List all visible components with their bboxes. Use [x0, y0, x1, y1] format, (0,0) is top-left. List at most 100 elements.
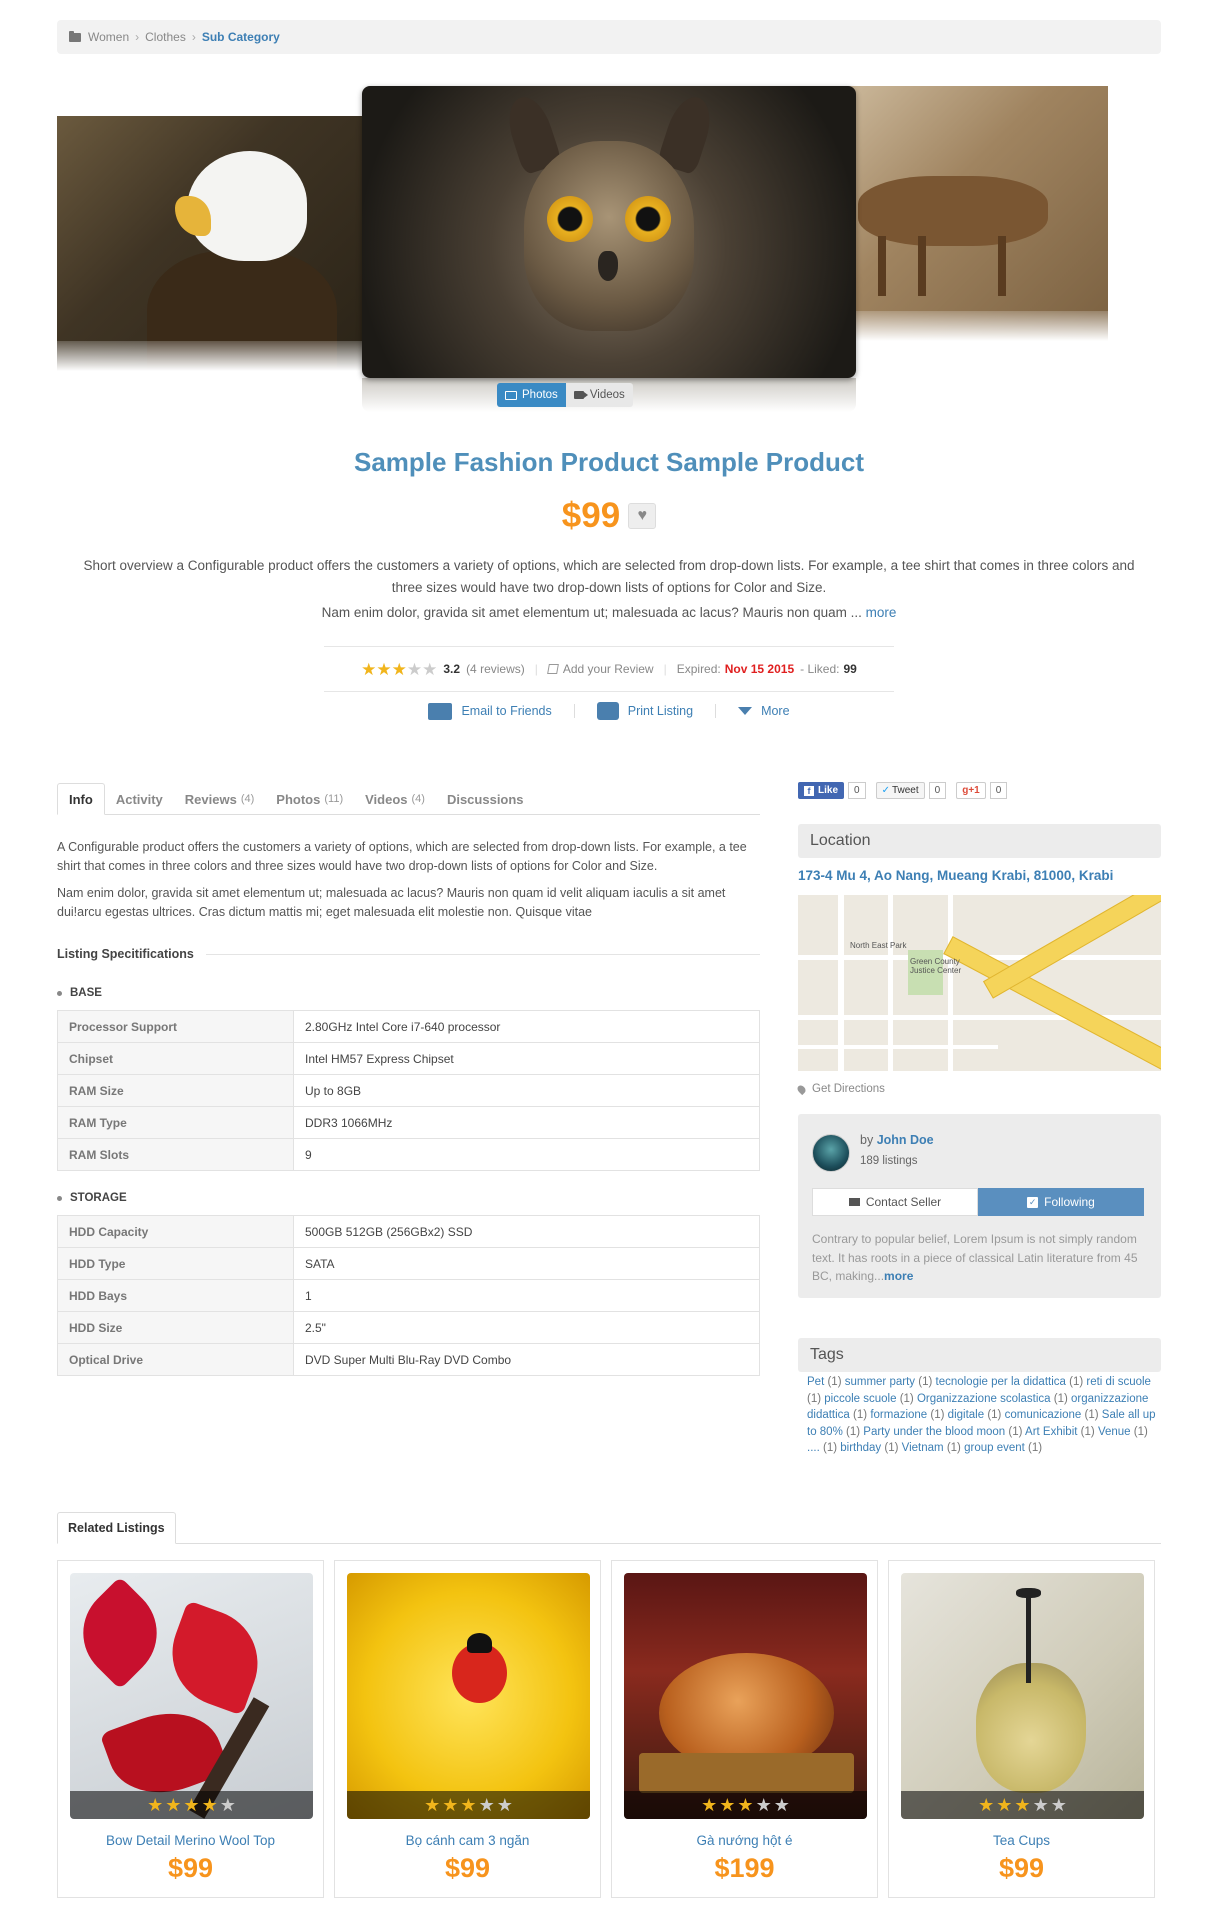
tag-link[interactable]: tecnologie per la didattica [936, 1376, 1066, 1388]
related-card[interactable]: ★ ★ ★ ★ ★ Tea Cups $99 [888, 1560, 1155, 1898]
breadcrumb-item-clothes[interactable]: Clothes [145, 30, 186, 44]
google-plus-button[interactable]: g+1 [956, 782, 986, 799]
spec-key: HDD Size [57, 1311, 294, 1344]
star-icon: ★ [1050, 1794, 1067, 1815]
spec-group-label: STORAGE [70, 1192, 127, 1204]
rating-stars: ★ ★ ★ ★ ★ [901, 1791, 1144, 1819]
related-name[interactable]: Bow Detail Merino Wool Top [58, 1833, 323, 1848]
star-icon: ★ [1032, 1794, 1049, 1815]
star-icon: ★ [165, 1794, 182, 1815]
related-name[interactable]: Tea Cups [889, 1833, 1154, 1848]
tag-link[interactable]: .... [807, 1442, 820, 1454]
related-image[interactable]: ★ ★ ★ ★ ★ [624, 1573, 867, 1819]
tag-count: (1) [822, 1442, 838, 1454]
related-card[interactable]: ★ ★ ★ ★ ★ Bow Detail Merino Wool Top $99 [57, 1560, 324, 1898]
spec-row: HDD Capacity 500GB 512GB (256GBx2) SSD [57, 1215, 760, 1248]
tag-link[interactable]: comunicazione [1005, 1409, 1082, 1421]
related-card[interactable]: ★ ★ ★ ★ ★ Bọ cánh cam 3 ngăn $99 [334, 1560, 601, 1898]
spec-value: SATA [293, 1247, 760, 1280]
get-directions-link[interactable]: Get Directions [795, 1083, 885, 1095]
star-icon: ★ [773, 1794, 790, 1815]
avatar[interactable] [812, 1134, 850, 1172]
star-icon: ★ [737, 1794, 754, 1815]
related-card[interactable]: ★ ★ ★ ★ ★ Gà nướng hột é $199 [611, 1560, 878, 1898]
favorite-button[interactable]: ♥ [628, 503, 657, 529]
add-review-link[interactable]: Add your Review [563, 662, 654, 676]
star-icon: ★ [183, 1794, 200, 1815]
star-icon: ★ [406, 659, 423, 679]
tab-activity[interactable]: Activity [105, 783, 174, 815]
tag-link[interactable]: Pet [807, 1376, 824, 1388]
tag-link[interactable]: Vietnam [902, 1442, 944, 1454]
tag-link[interactable]: Venue [1098, 1426, 1131, 1438]
tab-reviews[interactable]: Reviews (4) [174, 783, 266, 815]
gallery-image-owl[interactable] [362, 86, 856, 378]
following-label: Following [1044, 1195, 1095, 1209]
star-icon: ★ [460, 1794, 477, 1815]
tab-label: Videos [365, 791, 408, 807]
tag-count: (1) [899, 1392, 914, 1405]
tab-count: (11) [324, 793, 344, 805]
tag-link[interactable]: piccole scuole [824, 1393, 896, 1405]
spec-row: HDD Size 2.5" [57, 1311, 760, 1344]
related-image[interactable]: ★ ★ ★ ★ ★ [901, 1573, 1144, 1819]
tag-link[interactable]: reti di scuole [1086, 1376, 1151, 1388]
star-icon: ★ [719, 1794, 736, 1815]
spec-row: RAM Size Up to 8GB [57, 1074, 760, 1107]
seller-name[interactable]: John Doe [877, 1133, 934, 1147]
tab-photos-label: Photos [522, 389, 558, 401]
tag-link[interactable]: birthday [840, 1442, 881, 1454]
tab-discussions[interactable]: Discussions [436, 783, 535, 815]
rating-stars: ★ ★ ★ ★ ★ [347, 1791, 590, 1819]
spec-table-storage: HDD Capacity 500GB 512GB (256GBx2) SSD HDD… [57, 1215, 760, 1376]
tab-videos[interactable]: Videos [565, 383, 633, 407]
more-link[interactable]: more [866, 605, 897, 620]
spec-value: Up to 8GB [293, 1074, 760, 1107]
info-paragraph-1: A Configurable product offers the custom… [57, 840, 747, 873]
product-price: $99 [561, 496, 621, 535]
liked-label: - Liked: [800, 662, 840, 676]
divider [205, 953, 760, 955]
tab-related-listings[interactable]: Related Listings [57, 1512, 176, 1544]
related-image[interactable]: ★ ★ ★ ★ ★ [70, 1573, 313, 1819]
star-icon: ★ [701, 1794, 718, 1815]
tweet-button[interactable]: ✓ Tweet [875, 782, 925, 799]
star-icon: ★ [361, 659, 377, 679]
related-image[interactable]: ★ ★ ★ ★ ★ [347, 1573, 590, 1819]
seller-more-link[interactable]: more [884, 1269, 913, 1283]
related-name[interactable]: Gà nướng hột é [612, 1833, 877, 1848]
tab-photos[interactable]: Photos [497, 383, 566, 407]
tab-videos-list[interactable]: Videos (4) [354, 783, 436, 815]
tab-info[interactable]: Info [57, 783, 105, 815]
contact-seller-button[interactable]: Contact Seller [812, 1188, 978, 1216]
tag-link[interactable]: Art Exhibit [1025, 1426, 1077, 1438]
review-count[interactable]: (4 reviews) [466, 662, 525, 676]
tab-label: Info [69, 791, 93, 807]
location-map[interactable]: North East Park Green County Justice Cen… [798, 895, 1161, 1071]
star-icon: ★ [391, 659, 407, 679]
print-listing-button[interactable]: Print Listing [596, 702, 693, 720]
facebook-like-button[interactable]: f Like [798, 782, 845, 799]
tab-photos-list[interactable]: Photos (11) [265, 783, 354, 815]
location-address[interactable]: 173-4 Mu 4, Ao Nang, Mueang Krabi, 81000… [798, 868, 1113, 883]
tag-link[interactable]: Party under the blood moon [863, 1426, 1005, 1438]
tag-count: (1) [846, 1425, 861, 1438]
tag-link[interactable]: Organizzazione scolastica [917, 1393, 1051, 1405]
spec-value: 500GB 512GB (256GBx2) SSD [293, 1215, 760, 1248]
divider [715, 704, 717, 718]
contact-label: Contact Seller [865, 1195, 942, 1209]
breadcrumb-item-women[interactable]: Women [88, 30, 129, 44]
tag-link[interactable]: digitale [948, 1409, 984, 1421]
following-button[interactable]: ✓ Following [978, 1188, 1144, 1216]
email-friends-button[interactable]: Email to Friends [428, 702, 552, 720]
spec-value: 2.5" [293, 1311, 760, 1344]
star-icon: ★ [755, 1794, 772, 1815]
chevron-right-icon: › [191, 30, 196, 44]
more-actions-button[interactable]: More [738, 704, 790, 718]
gallery-image-eagle[interactable] [57, 116, 367, 371]
tag-link[interactable]: group event [964, 1442, 1025, 1454]
tag-link[interactable]: summer party [845, 1376, 915, 1388]
related-name[interactable]: Bọ cánh cam 3 ngăn [335, 1833, 600, 1848]
tag-link[interactable]: formazione [870, 1409, 927, 1421]
spec-key: RAM Size [57, 1074, 294, 1107]
